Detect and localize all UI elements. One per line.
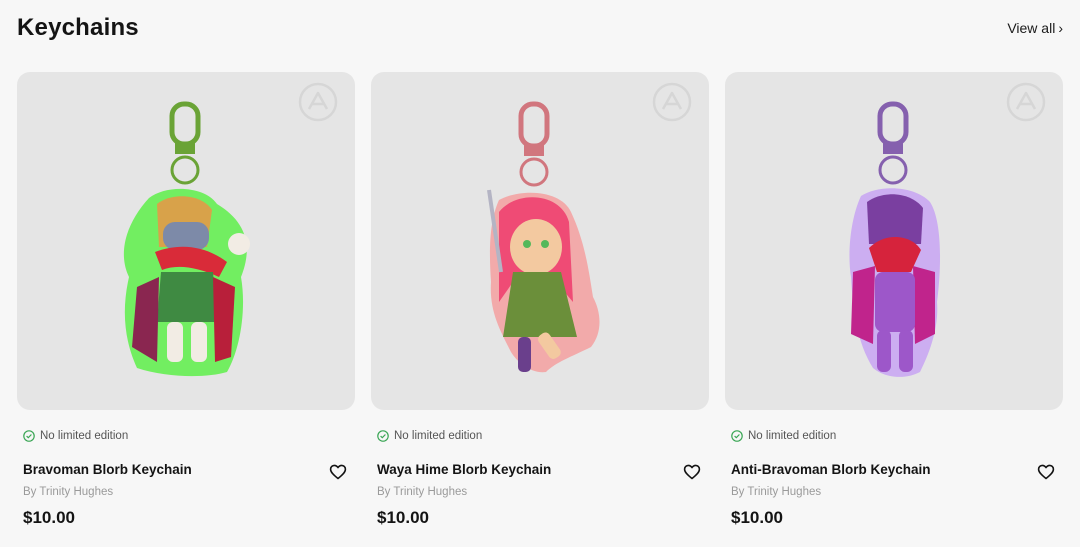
heart-icon[interactable]	[683, 463, 701, 481]
edition-label: No limited edition	[748, 430, 837, 442]
section-title: Keychains	[17, 14, 139, 41]
product-image[interactable]	[17, 72, 355, 410]
product-card: No limited edition Bravoman Blorb Keycha…	[17, 72, 355, 542]
heart-icon[interactable]	[329, 463, 347, 481]
product-price: $10.00	[23, 508, 75, 527]
edition-label: No limited edition	[394, 430, 483, 442]
check-circle-icon	[731, 430, 743, 442]
product-card: No limited edition Waya Hime Blorb Keych…	[371, 72, 709, 542]
chevron-right-icon: ›	[1058, 20, 1063, 36]
keychain-illustration	[123, 101, 250, 377]
product-card: No limited edition Anti-Bravoman Blorb K…	[725, 72, 1063, 542]
edition-status: No limited edition	[23, 429, 128, 443]
product-price: $10.00	[731, 508, 783, 527]
product-name[interactable]: Bravoman Blorb Keychain	[23, 462, 192, 477]
edition-label: No limited edition	[40, 430, 129, 442]
keychain-illustration	[487, 101, 600, 373]
product-image[interactable]	[725, 72, 1063, 410]
check-circle-icon	[23, 430, 35, 442]
product-price: $10.00	[377, 508, 429, 527]
edition-status: No limited edition	[377, 429, 482, 443]
creator-name[interactable]: By Trinity Hughes	[377, 486, 467, 498]
product-name[interactable]: Anti-Bravoman Blorb Keychain	[731, 462, 931, 477]
product-image[interactable]	[371, 72, 709, 410]
keychain-illustration	[849, 101, 941, 377]
edition-status: No limited edition	[731, 429, 836, 443]
view-all-link[interactable]: View all ›	[1007, 20, 1063, 36]
section-header: Keychains View all ›	[17, 14, 1063, 44]
creator-name[interactable]: By Trinity Hughes	[731, 486, 821, 498]
creator-name[interactable]: By Trinity Hughes	[23, 486, 113, 498]
view-all-label: View all	[1007, 20, 1056, 36]
heart-icon[interactable]	[1037, 463, 1055, 481]
product-name[interactable]: Waya Hime Blorb Keychain	[377, 462, 551, 477]
check-circle-icon	[377, 430, 389, 442]
